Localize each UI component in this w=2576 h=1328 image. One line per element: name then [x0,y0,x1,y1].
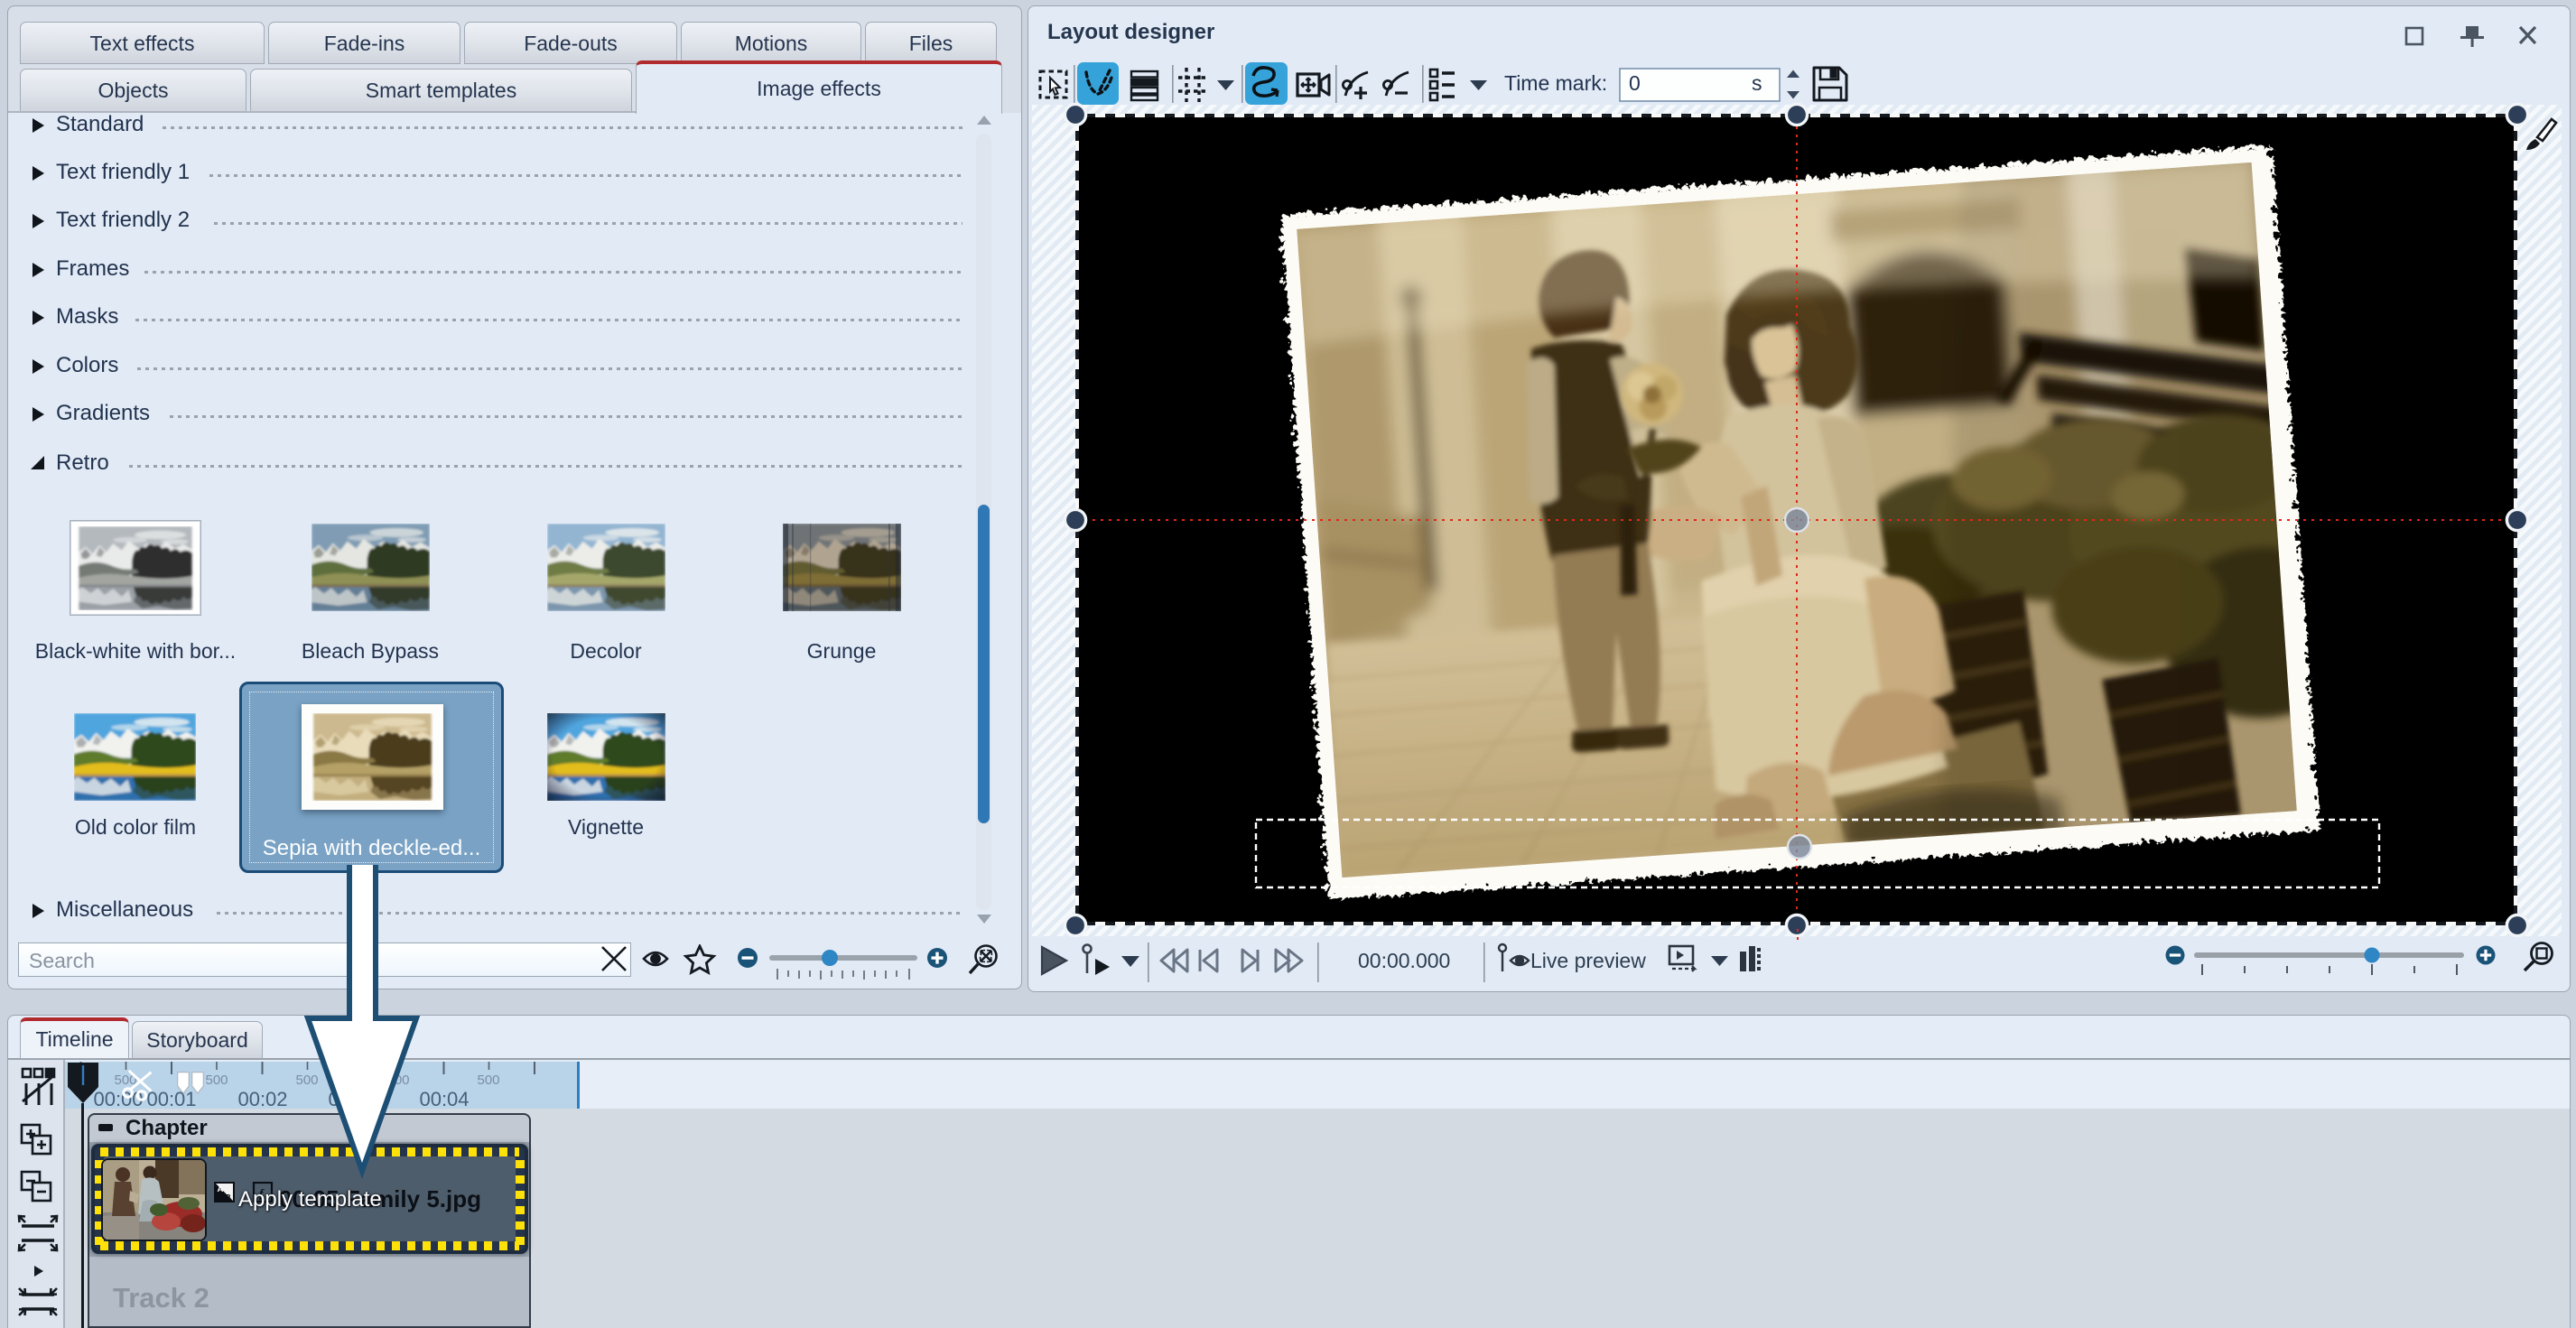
svg-text:B: B [225,1193,231,1203]
svg-text:Live preview: Live preview [1530,949,1646,972]
svg-text:A: A [218,1184,224,1194]
svg-text:500: 500 [477,1073,499,1088]
svg-text:500: 500 [205,1073,228,1088]
svg-text:00:02: 00:02 [237,1088,287,1109]
svg-text:00:00.000: 00:00.000 [1358,949,1450,972]
